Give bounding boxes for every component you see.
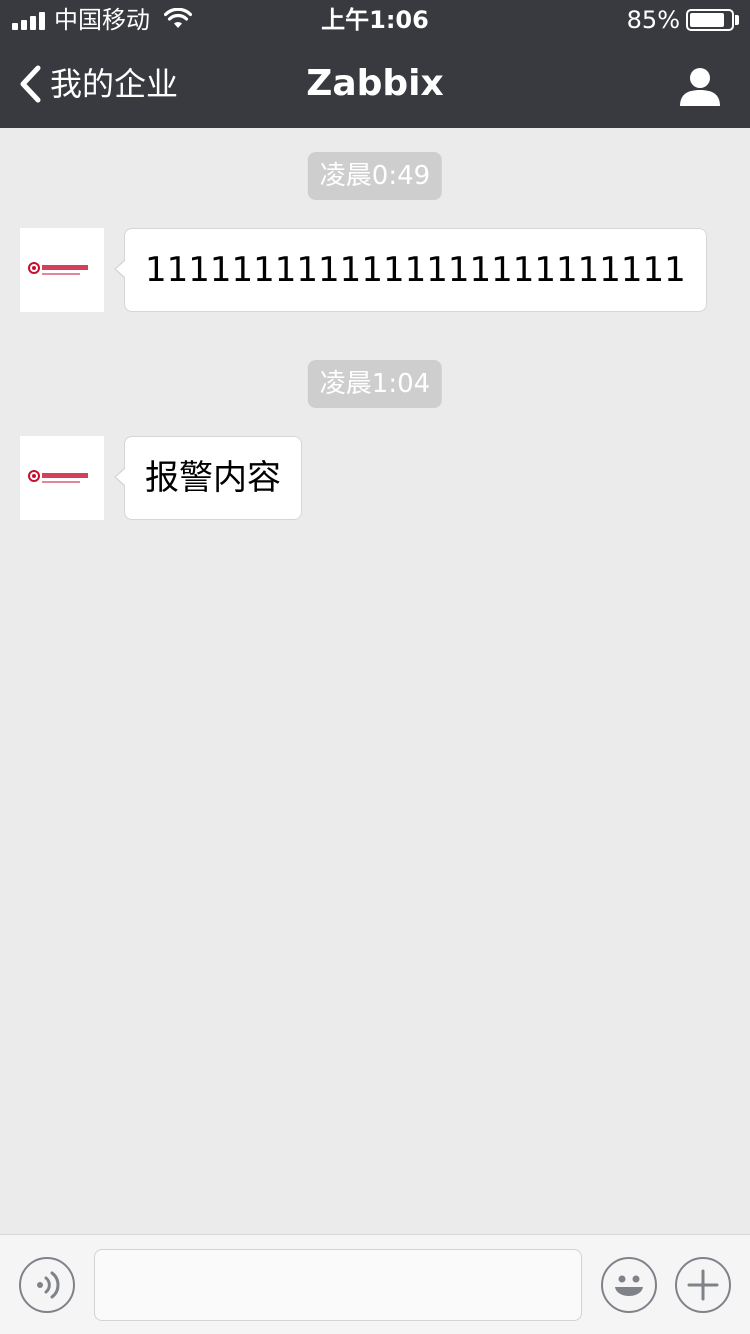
avatar[interactable] bbox=[20, 436, 104, 520]
input-bar bbox=[0, 1234, 750, 1334]
message-input[interactable] bbox=[94, 1249, 582, 1321]
smiley-icon bbox=[615, 1275, 643, 1296]
battery-tip bbox=[735, 15, 739, 25]
voice-button[interactable] bbox=[19, 1257, 75, 1313]
person-icon[interactable] bbox=[678, 64, 722, 108]
voice-icon bbox=[37, 1271, 60, 1299]
message-timestamp: 凌晨1:04 bbox=[307, 360, 443, 408]
plus-icon bbox=[687, 1269, 719, 1301]
company-logo-icon bbox=[28, 262, 88, 275]
message-bubble[interactable]: 1111111111111111111111111 bbox=[114, 228, 707, 312]
battery-icon bbox=[686, 9, 734, 31]
chevron-left-icon bbox=[20, 65, 41, 103]
message-list[interactable]: 凌晨0:49 1111111111111111111111111 凌晨1:04 … bbox=[0, 128, 750, 1234]
back-button[interactable]: 我的企业 bbox=[18, 64, 178, 104]
chat-screen: 中国移动 上午1:06 85% 我的企业 Zabbix 凌晨0:49 11111… bbox=[0, 0, 750, 1334]
header: 中国移动 上午1:06 85% 我的企业 Zabbix bbox=[0, 0, 750, 128]
back-label: 我的企业 bbox=[50, 65, 179, 103]
message-timestamp: 凌晨0:49 bbox=[307, 152, 443, 200]
nav-bar: 我的企业 Zabbix bbox=[0, 40, 750, 128]
message-bubble[interactable]: 报警内容 bbox=[114, 436, 302, 520]
battery-level-fill bbox=[690, 13, 724, 27]
emoji-button[interactable] bbox=[601, 1257, 657, 1313]
battery-percent: 85% bbox=[626, 6, 680, 34]
more-button[interactable] bbox=[675, 1257, 731, 1313]
status-bar: 中国移动 上午1:06 85% bbox=[0, 0, 750, 40]
avatar[interactable] bbox=[20, 228, 104, 312]
company-logo-icon bbox=[28, 470, 88, 483]
